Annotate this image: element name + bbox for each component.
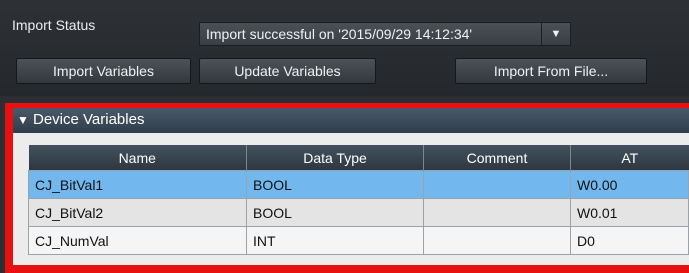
cell-name[interactable]: CJ_NumVal: [28, 226, 247, 255]
device-variables-table: Name Data Type Comment AT CJ_BitVal1 BOO…: [28, 145, 689, 255]
table-row[interactable]: CJ_NumVal INT D0: [28, 226, 689, 255]
table-header-row: Name Data Type Comment AT: [28, 145, 689, 171]
cell-data-type[interactable]: INT: [246, 226, 424, 255]
cell-comment[interactable]: [423, 170, 571, 199]
cell-data-type[interactable]: BOOL: [246, 198, 424, 227]
import-toolbar: Import Status Import successful on '2015…: [0, 0, 689, 96]
table-row[interactable]: CJ_BitVal1 BOOL W0.00: [28, 170, 689, 199]
update-variables-button[interactable]: Update Variables: [199, 58, 376, 84]
chevron-down-icon[interactable]: ▼: [541, 23, 570, 45]
import-status-value: Import successful on '2015/09/29 14:12:3…: [206, 26, 473, 42]
cell-name[interactable]: CJ_BitVal1: [28, 170, 247, 199]
column-header-at[interactable]: AT: [570, 145, 689, 171]
column-header-name[interactable]: Name: [28, 145, 247, 171]
import-status-dropdown[interactable]: Import successful on '2015/09/29 14:12:3…: [199, 22, 571, 46]
cell-at[interactable]: D0: [570, 226, 689, 255]
device-variables-header[interactable]: ▼ Device Variables: [13, 108, 689, 133]
cell-at[interactable]: W0.01: [570, 198, 689, 227]
cell-at[interactable]: W0.00: [570, 170, 689, 199]
import-variables-button[interactable]: Import Variables: [16, 58, 191, 84]
table-row[interactable]: CJ_BitVal2 BOOL W0.01: [28, 198, 689, 227]
cell-comment[interactable]: [423, 226, 571, 255]
import-from-file-button[interactable]: Import From File...: [455, 58, 647, 84]
panel-title: Device Variables: [33, 111, 145, 128]
column-header-comment[interactable]: Comment: [423, 145, 571, 171]
cell-comment[interactable]: [423, 198, 571, 227]
triangle-down-icon[interactable]: ▼: [17, 113, 29, 127]
device-variables-panel: ▼ Device Variables Name Data Type Commen…: [13, 108, 689, 265]
cell-data-type[interactable]: BOOL: [246, 170, 424, 199]
import-status-label: Import Status: [12, 17, 96, 33]
column-header-data-type[interactable]: Data Type: [246, 145, 424, 171]
cell-name[interactable]: CJ_BitVal2: [28, 198, 247, 227]
